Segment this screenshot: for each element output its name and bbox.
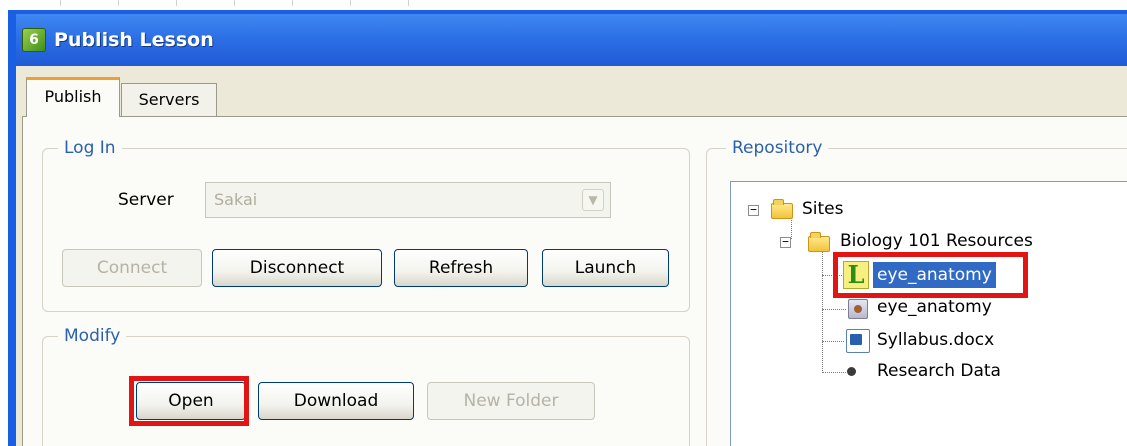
tree-node-biology-101-resources[interactable]: Biology 101 Resources (840, 231, 1033, 251)
package-icon (848, 299, 868, 319)
bullet-icon (847, 367, 856, 376)
refresh-button[interactable]: Refresh (394, 249, 528, 287)
folder-icon (771, 199, 793, 219)
chevron-down-icon[interactable]: ▼ (582, 189, 604, 211)
new-folder-button[interactable]: New Folder (427, 382, 595, 420)
tree-connector (791, 217, 792, 239)
open-button[interactable]: Open (136, 382, 246, 420)
toolbar-ticks (60, 0, 440, 6)
tree-connector (822, 372, 846, 373)
tree-node-eye-anatomy-package[interactable]: eye_anatomy (877, 297, 992, 317)
login-group-label: Log In (58, 138, 122, 158)
app-logo-icon: 6 (22, 28, 46, 52)
modify-group-label: Modify (58, 326, 127, 346)
server-label: Server (118, 190, 174, 210)
download-button[interactable]: Download (258, 382, 414, 420)
server-select[interactable]: Sakai ▼ (205, 182, 611, 218)
window-frame-left (8, 10, 16, 446)
tree-node-research-data[interactable]: Research Data (877, 361, 1001, 381)
lesson-icon: L (843, 261, 869, 289)
app-window: 6 Publish Lesson Servers Publish Log In … (0, 0, 1127, 446)
repository-group-label: Repository (726, 138, 829, 158)
window-title: Publish Lesson (54, 29, 214, 51)
disconnect-button[interactable]: Disconnect (212, 249, 382, 287)
connect-button[interactable]: Connect (62, 249, 202, 287)
tree-connector (822, 275, 842, 276)
tree-connector (822, 341, 844, 342)
tab-servers[interactable]: Servers (121, 83, 217, 117)
tree-node-sites[interactable]: Sites (802, 199, 844, 219)
tree-node-syllabus[interactable]: Syllabus.docx (877, 330, 994, 350)
server-select-value: Sakai (214, 190, 258, 209)
collapse-toggle-icon[interactable]: − (780, 236, 791, 248)
launch-button[interactable]: Launch (542, 249, 669, 287)
folder-icon (808, 232, 830, 252)
tab-publish[interactable]: Publish (26, 77, 120, 117)
login-group (42, 148, 690, 312)
collapse-toggle-icon[interactable]: − (748, 204, 759, 216)
tree-connector (822, 309, 846, 310)
tree-node-eye-anatomy-lesson[interactable]: eye_anatomy (872, 261, 997, 289)
word-document-icon (846, 329, 870, 353)
tree-connector (822, 249, 823, 373)
